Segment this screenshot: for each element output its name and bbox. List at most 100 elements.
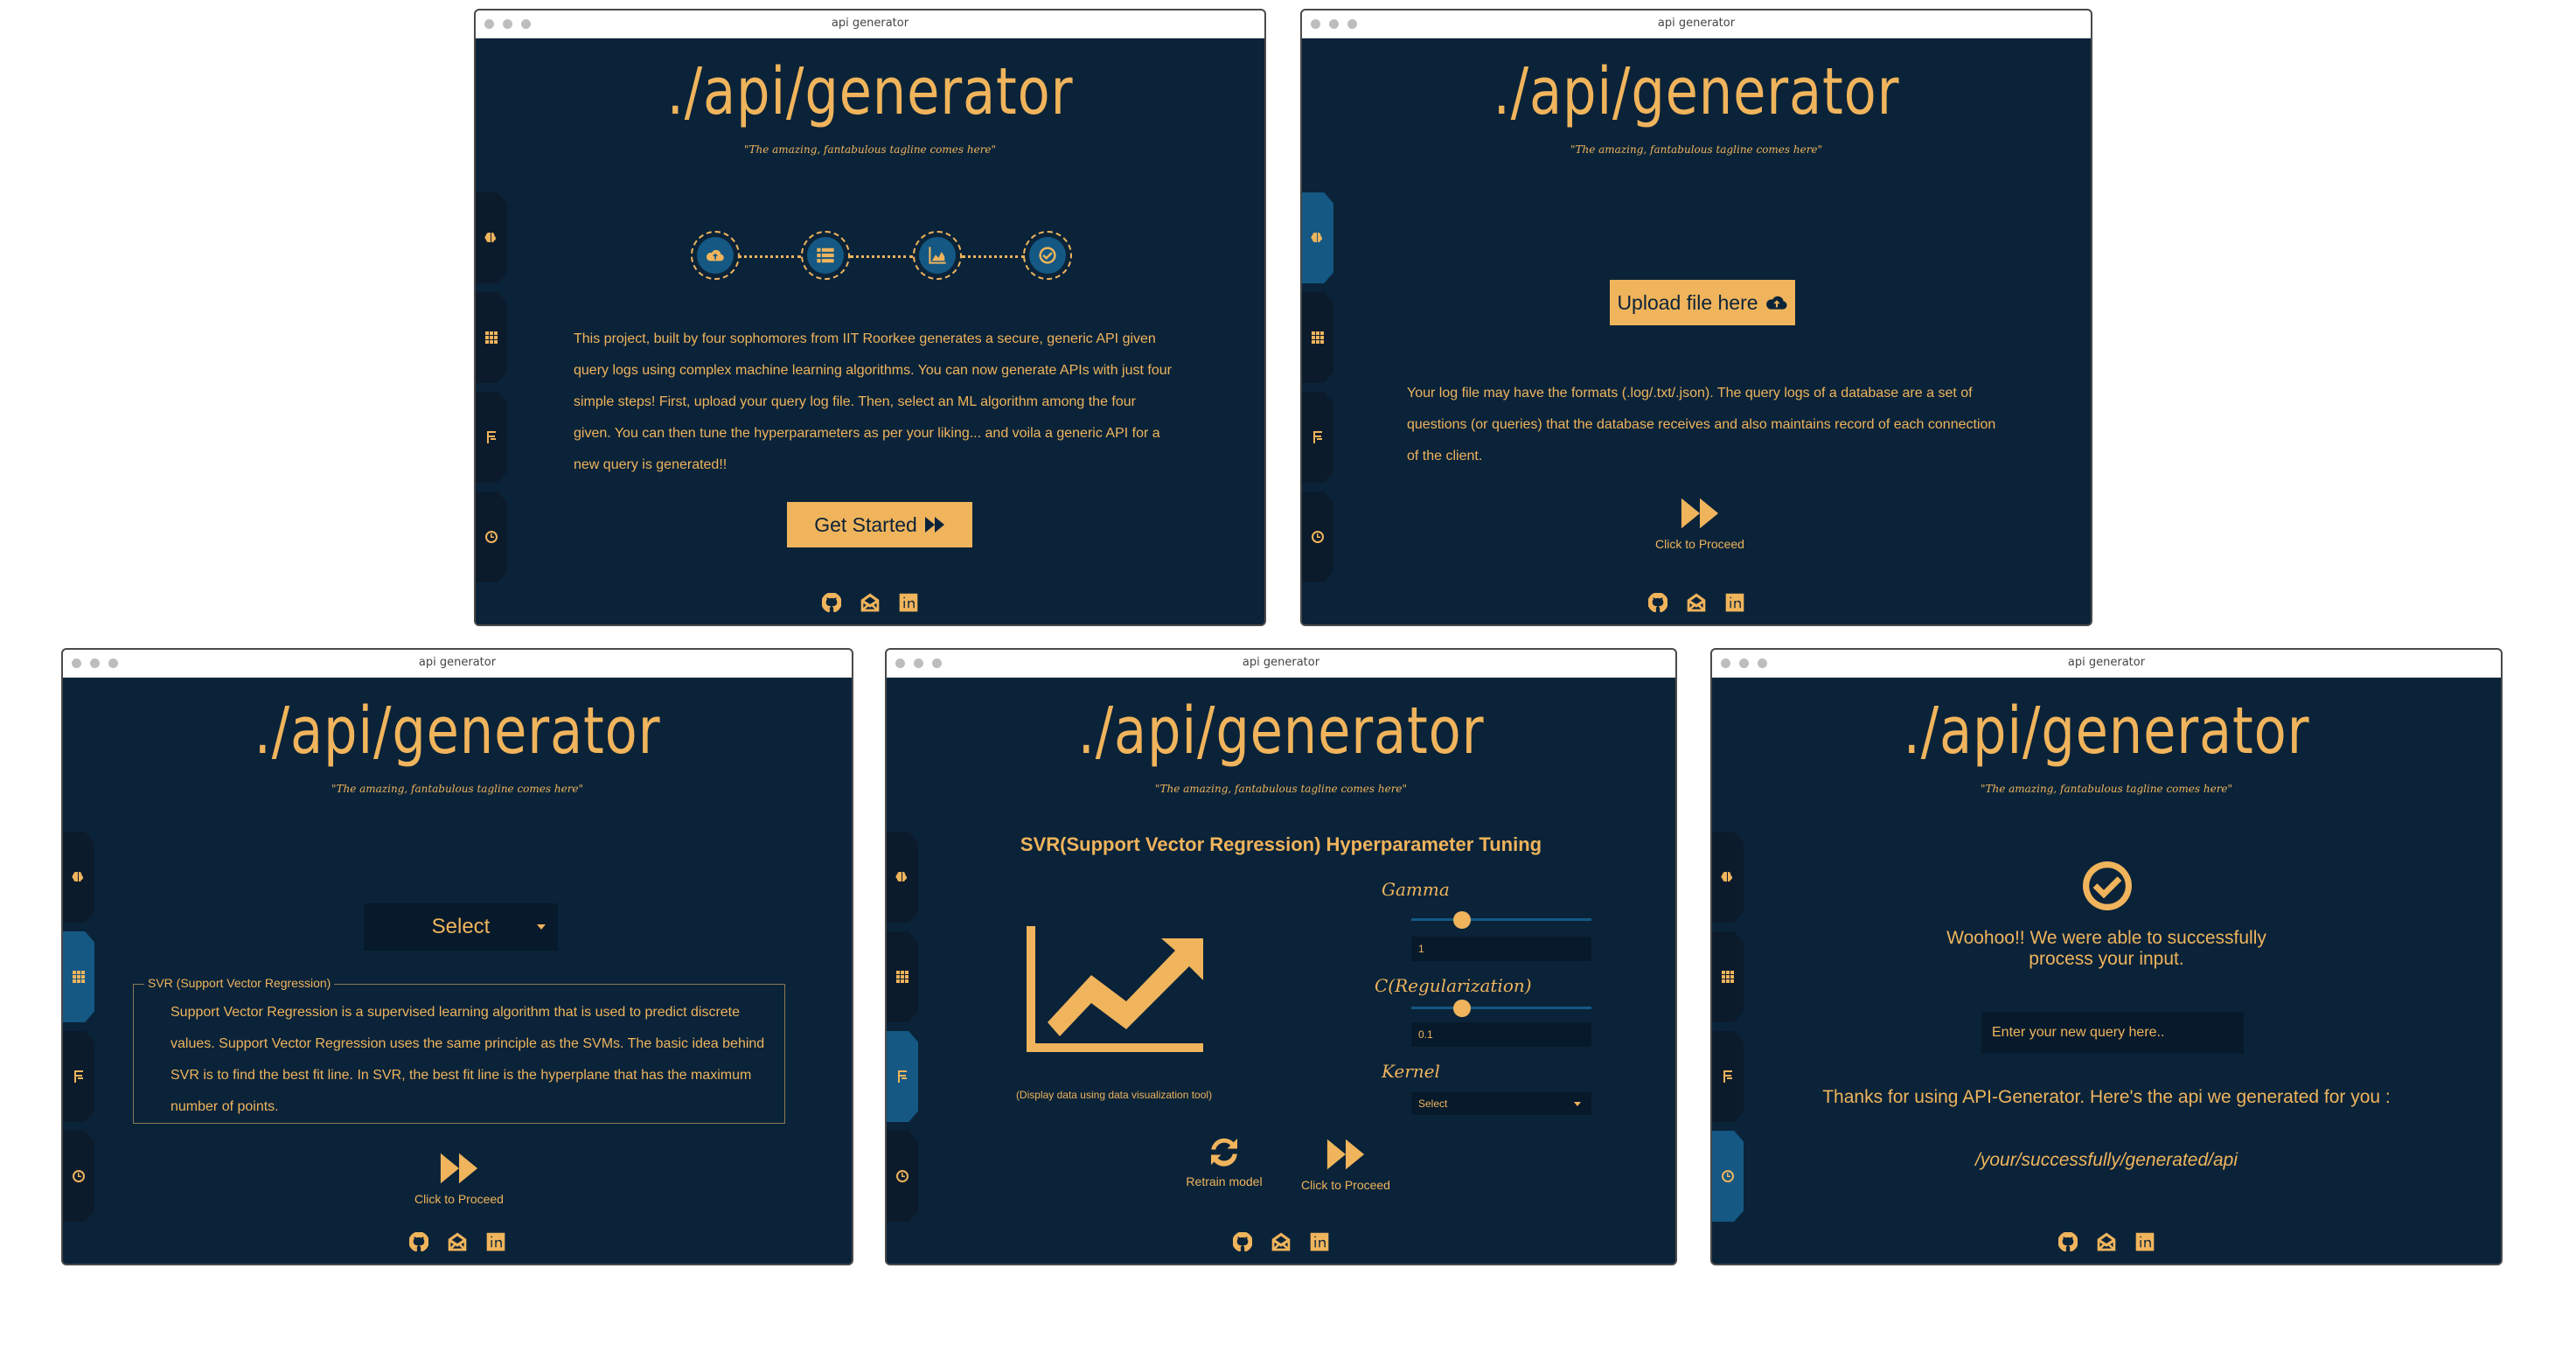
clock-icon bbox=[484, 530, 498, 544]
nav-tab-grid[interactable] bbox=[887, 931, 918, 1022]
github-icon[interactable] bbox=[2058, 1232, 2078, 1251]
grid-icon bbox=[1721, 970, 1735, 984]
gamma-slider[interactable] bbox=[1411, 911, 1591, 929]
app-title: ./api/generator bbox=[1903, 693, 2310, 769]
nav-tab-history[interactable] bbox=[63, 1131, 94, 1222]
brain-icon bbox=[895, 870, 909, 884]
github-icon[interactable] bbox=[409, 1232, 428, 1251]
check-circle-icon bbox=[1038, 246, 1057, 265]
brain-icon bbox=[484, 231, 498, 245]
proceed-button[interactable]: Click to Proceed bbox=[402, 1150, 516, 1206]
app-title: ./api/generator bbox=[666, 54, 1074, 129]
algorithm-select[interactable]: Select bbox=[364, 903, 558, 951]
nav-tab-brain[interactable] bbox=[1302, 192, 1333, 283]
kernel-select[interactable]: Select bbox=[1411, 1092, 1591, 1115]
nav-tab-grid[interactable] bbox=[476, 292, 507, 383]
linkedin-icon[interactable] bbox=[1310, 1232, 1329, 1251]
proceed-button[interactable]: Click to Proceed bbox=[1289, 1136, 1403, 1192]
mail-icon[interactable] bbox=[2097, 1232, 2116, 1251]
flag-document-icon bbox=[484, 430, 498, 444]
upload-file-button[interactable]: Upload file here bbox=[1610, 280, 1795, 325]
clock-icon bbox=[895, 1169, 909, 1183]
flag-document-icon bbox=[895, 1070, 909, 1084]
nav-tab-doc[interactable] bbox=[63, 1031, 94, 1122]
clock-icon bbox=[72, 1169, 86, 1183]
linkedin-icon[interactable] bbox=[899, 593, 918, 612]
app-tagline: "The amazing, fantabulous tagline comes … bbox=[1154, 783, 1408, 795]
fast-forward-icon bbox=[439, 1150, 479, 1187]
window-title: api generator bbox=[1242, 656, 1320, 669]
project-description: This project, built by four sophomores f… bbox=[574, 331, 1172, 472]
window-title: api generator bbox=[418, 656, 497, 669]
grid-icon bbox=[484, 331, 498, 345]
gamma-slider-thumb[interactable] bbox=[1452, 911, 1471, 929]
list-icon bbox=[816, 246, 835, 265]
tuning-heading: SVR(Support Vector Regression) Hyperpara… bbox=[1020, 833, 1542, 855]
nav-tab-history[interactable] bbox=[1302, 491, 1333, 582]
window-titlebar: api generator bbox=[1302, 10, 2091, 38]
footer-links bbox=[887, 1232, 1675, 1251]
nav-tab-brain[interactable] bbox=[1712, 832, 1744, 923]
upload-file-label: Upload file here bbox=[1617, 290, 1758, 314]
generated-api-path: /your/successfully/generated/api bbox=[1975, 1150, 2238, 1170]
grid-icon bbox=[72, 970, 86, 984]
gamma-input[interactable]: 1 bbox=[1411, 937, 1591, 961]
github-icon[interactable] bbox=[822, 593, 841, 612]
window-titlebar: api generator bbox=[887, 650, 1675, 678]
github-icon[interactable] bbox=[1648, 593, 1667, 612]
nav-tab-grid[interactable] bbox=[63, 931, 94, 1022]
chart-icon bbox=[928, 246, 947, 265]
get-started-button[interactable]: Get Started bbox=[787, 502, 972, 547]
linkedin-icon[interactable] bbox=[486, 1232, 505, 1251]
check-circle-icon bbox=[2079, 858, 2135, 914]
nav-tab-brain[interactable] bbox=[476, 192, 507, 283]
cloud-upload-icon bbox=[1765, 295, 1788, 310]
mail-icon[interactable] bbox=[860, 593, 880, 612]
c-input[interactable]: 0.1 bbox=[1411, 1022, 1591, 1047]
step-upload bbox=[691, 231, 740, 280]
nav-tab-history[interactable] bbox=[476, 491, 507, 582]
nav-tab-doc[interactable] bbox=[1712, 1031, 1744, 1122]
linkedin-icon[interactable] bbox=[1725, 593, 1744, 612]
clock-icon bbox=[1721, 1169, 1735, 1183]
proceed-button[interactable]: Click to Proceed bbox=[1643, 495, 1757, 551]
footer-links bbox=[1712, 1232, 2501, 1251]
success-line-2: process your input. bbox=[2029, 949, 2184, 969]
retrain-button[interactable]: Retrain model bbox=[1180, 1134, 1268, 1188]
nav-tab-doc[interactable] bbox=[476, 392, 507, 483]
nav-tab-doc[interactable] bbox=[887, 1031, 918, 1122]
nav-tab-brain[interactable] bbox=[63, 832, 94, 923]
mail-icon[interactable] bbox=[448, 1232, 467, 1251]
c-slider[interactable] bbox=[1411, 1000, 1591, 1017]
brain-icon bbox=[1311, 231, 1325, 245]
brain-icon bbox=[1721, 870, 1735, 884]
grid-icon bbox=[1311, 331, 1325, 345]
nav-tab-history[interactable] bbox=[1712, 1131, 1744, 1222]
window-title: api generator bbox=[2067, 656, 2146, 669]
mail-icon[interactable] bbox=[1687, 593, 1706, 612]
kernel-label: Kernel bbox=[1382, 1061, 1440, 1082]
app-title: ./api/generator bbox=[254, 693, 661, 769]
c-slider-thumb[interactable] bbox=[1452, 1000, 1471, 1017]
step-done bbox=[1023, 231, 1072, 280]
nav-tab-history[interactable] bbox=[887, 1131, 918, 1222]
chart-caption: (Display data using data visualization t… bbox=[1015, 1089, 1213, 1101]
github-icon[interactable] bbox=[1233, 1232, 1252, 1251]
retrain-label: Retrain model bbox=[1186, 1174, 1263, 1188]
window-titlebar: api generator bbox=[476, 10, 1264, 38]
mail-icon[interactable] bbox=[1271, 1232, 1291, 1251]
window-tuning: api generator ./api/generator "The amazi… bbox=[885, 648, 1677, 1265]
nav-tab-doc[interactable] bbox=[1302, 392, 1333, 483]
linkedin-icon[interactable] bbox=[2135, 1232, 2155, 1251]
footer-links bbox=[63, 1232, 852, 1251]
window-upload: api generator ./api/generator "The amazi… bbox=[1300, 9, 2092, 626]
app-title: ./api/generator bbox=[1077, 693, 1485, 769]
thanks-message: Thanks for using API-Generator. Here's t… bbox=[1822, 1087, 2391, 1107]
refresh-icon bbox=[1207, 1134, 1242, 1169]
flag-document-icon bbox=[1721, 1070, 1735, 1084]
brain-icon bbox=[72, 870, 86, 884]
flag-document-icon bbox=[72, 1070, 86, 1084]
nav-tab-grid[interactable] bbox=[1302, 292, 1333, 383]
new-query-input[interactable] bbox=[1981, 1012, 2244, 1054]
window-home: api generator ./api/generator "The amazi… bbox=[474, 9, 1266, 626]
